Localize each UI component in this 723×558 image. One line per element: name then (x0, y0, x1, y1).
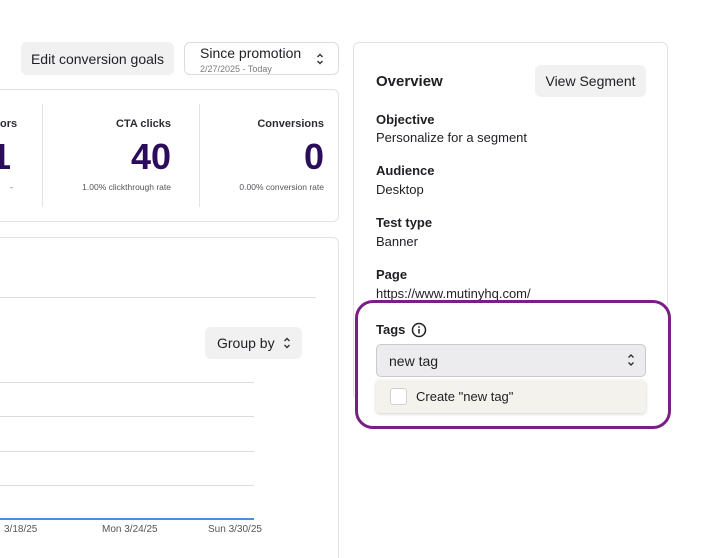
x-tick-label: 3/18/25 (4, 524, 38, 535)
objective-label: Objective (376, 112, 435, 127)
chart-header-divider (0, 297, 316, 298)
tags-input-value: new tag (389, 353, 439, 369)
x-tick-label: Sun 3/30/25 (208, 524, 262, 535)
tags-dropdown: Create "new tag" (376, 380, 646, 413)
date-range-label: Since promotion (200, 45, 302, 61)
metric-label-visitors: ors (0, 118, 18, 130)
audience-value: Desktop (376, 182, 424, 197)
test-type-label: Test type (376, 215, 433, 230)
tags-input[interactable]: new tag (376, 344, 646, 377)
chevron-up-down-icon (283, 337, 290, 349)
edit-conversion-goals-button[interactable]: Edit conversion goals (21, 42, 174, 75)
group-by-label: Group by (217, 335, 275, 351)
chevron-up-down-icon (317, 53, 323, 65)
metric-divider (42, 104, 43, 207)
audience-label: Audience (376, 163, 435, 178)
objective-value: Personalize for a segment (376, 130, 528, 145)
metric-sub-visitors: - (10, 182, 13, 192)
date-range-select[interactable]: Since promotion 2/27/2025 - Today (184, 42, 339, 75)
group-by-button[interactable]: Group by (205, 327, 302, 359)
chart-series-line (0, 518, 254, 520)
metric-label-cta-clicks: CTA clicks (115, 118, 171, 130)
metric-divider (199, 104, 200, 207)
x-tick-label: Mon 3/24/25 (102, 524, 158, 535)
create-tag-label: Create "new tag" (416, 389, 514, 404)
page-url-link[interactable]: https://www.mutinyhq.com/ (376, 286, 531, 301)
chevron-up-down-icon (628, 354, 634, 366)
metric-label-conversions: Conversions (257, 118, 324, 130)
create-tag-option[interactable]: Create "new tag" (376, 380, 646, 413)
chart-gridline (0, 485, 254, 486)
metric-sub-conversions: 0.00% conversion rate (239, 182, 324, 192)
metric-value-visitors: 1 (0, 136, 11, 177)
metric-sub-cta-clicks: 1.00% clickthrough rate (82, 182, 171, 192)
create-tag-checkbox[interactable] (390, 388, 407, 405)
info-icon[interactable] (411, 322, 427, 338)
test-type-value: Banner (376, 234, 418, 249)
date-range-sub: 2/27/2025 - Today (200, 64, 272, 74)
view-segment-button[interactable]: View Segment (535, 65, 646, 97)
chart-gridline (0, 382, 254, 383)
tags-label: Tags (376, 322, 406, 337)
chart-card (0, 237, 339, 558)
metric-value-cta-clicks: 40 (130, 136, 171, 177)
chart-gridline (0, 416, 254, 417)
overview-title: Overview (376, 73, 443, 90)
chart-gridline (0, 451, 254, 452)
metric-value-conversions: 0 (303, 136, 324, 177)
page-label: Page (376, 267, 408, 282)
